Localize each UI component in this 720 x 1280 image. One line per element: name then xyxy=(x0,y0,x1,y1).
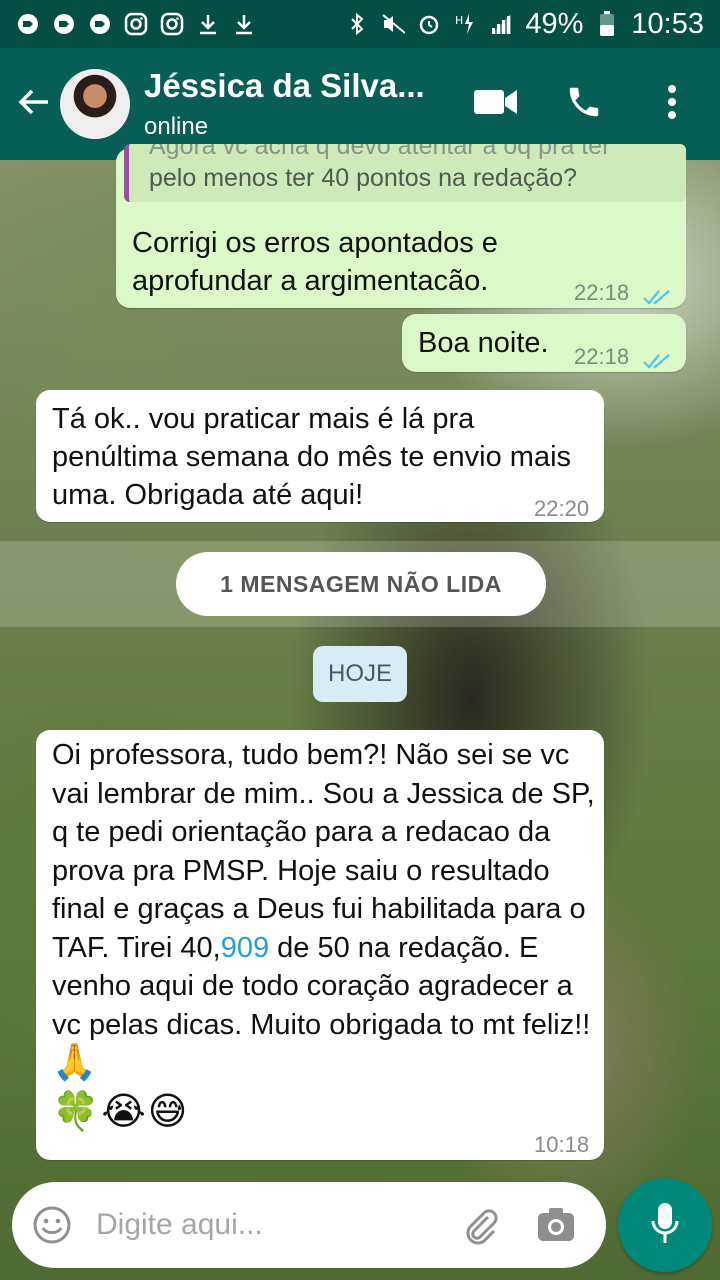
video-call-icon xyxy=(474,87,518,122)
contact-info[interactable]: Jéssica da Silva... online xyxy=(144,67,444,141)
bluetooth-icon xyxy=(345,12,369,36)
attach-icon xyxy=(466,1209,498,1245)
camera-button[interactable] xyxy=(532,1201,580,1249)
message-composer xyxy=(12,1182,606,1268)
praying-hands-emoji: 🙏 xyxy=(52,1042,97,1083)
message-bubble-incoming[interactable]: Oi professora, tudo bem?! Não sei se vc … xyxy=(36,730,604,1160)
network-type-icon: H xyxy=(453,12,477,36)
back-arrow-icon xyxy=(16,84,52,125)
svg-text:H: H xyxy=(455,14,463,27)
message-bubble-outgoing[interactable]: Agora vc acha q devo atentar a oq pra te… xyxy=(116,144,686,308)
quoted-message-text: Agora vc acha q devo atentar a oq pra te… xyxy=(149,144,610,194)
quoted-message-cut-line: Agora vc acha q devo atentar a oq pra te… xyxy=(149,144,611,160)
voice-message-button[interactable] xyxy=(618,1178,712,1272)
message-input[interactable] xyxy=(96,1208,436,1242)
contact-status: online xyxy=(144,113,209,140)
attach-button[interactable] xyxy=(456,1201,504,1249)
message-text: Corrigi os erros apontados e aprofundar … xyxy=(132,227,498,297)
phone-icon xyxy=(565,83,603,126)
message-text: Oi professora, tudo bem?! Não sei se vc … xyxy=(52,736,597,1085)
unread-messages-banner: 1 MENSAGEM NÃO LIDA xyxy=(176,552,546,616)
message-bubble-incoming[interactable]: Tá ok.. vou praticar mais é lá pra penúl… xyxy=(36,390,604,522)
message-time: 22:18 xyxy=(574,280,630,305)
quoted-message-line: pelo menos ter 40 pontos na redação? xyxy=(149,164,578,192)
message-text: Tá ok.. vou praticar mais é lá pra penúl… xyxy=(52,403,572,511)
read-receipt-icon xyxy=(642,278,672,305)
back-button[interactable] xyxy=(10,80,58,128)
message-bubble-outgoing[interactable]: Boa noite. 22:18 xyxy=(402,314,686,372)
message-text-part: Oi professora, tudo bem?! Não sei se vc … xyxy=(52,739,595,964)
phone-number-link[interactable]: 909 xyxy=(221,932,269,964)
notification-icon xyxy=(52,12,76,36)
contact-name: Jéssica da Silva... xyxy=(144,67,425,104)
instagram-icon xyxy=(160,12,184,36)
date-chip: HOJE xyxy=(313,646,407,702)
contact-avatar[interactable] xyxy=(60,69,130,139)
emoji-button[interactable] xyxy=(28,1201,76,1249)
notification-icon xyxy=(16,12,40,36)
mute-icon xyxy=(381,12,406,36)
emoji-icon xyxy=(33,1206,71,1244)
video-call-button[interactable] xyxy=(472,80,520,128)
status-bar: H 49% 10:53 xyxy=(0,0,720,48)
more-options-button[interactable] xyxy=(648,80,696,128)
message-time: 22:18 xyxy=(574,344,630,369)
download-icon xyxy=(196,12,220,36)
alarm-icon xyxy=(417,12,441,36)
message-text: Boa noite. xyxy=(418,327,549,359)
read-receipt-icon xyxy=(642,342,672,369)
signal-icon xyxy=(489,12,513,36)
message-time: 22:20 xyxy=(534,496,590,521)
download-icon xyxy=(232,12,256,36)
mic-icon xyxy=(650,1201,680,1250)
camera-icon xyxy=(538,1208,574,1241)
emoji-line: 🍀😭😅 xyxy=(52,1089,190,1133)
quoted-message[interactable]: Agora vc acha q devo atentar a oq pra te… xyxy=(124,144,686,202)
notification-icon xyxy=(88,12,112,36)
instagram-icon xyxy=(124,12,148,36)
more-vert-icon xyxy=(667,84,677,124)
battery-icon xyxy=(595,11,619,36)
battery-percent: 49% xyxy=(525,7,584,40)
clock: 10:53 xyxy=(631,7,704,40)
voice-call-button[interactable] xyxy=(560,80,608,128)
message-time: 10:18 xyxy=(534,1132,590,1157)
